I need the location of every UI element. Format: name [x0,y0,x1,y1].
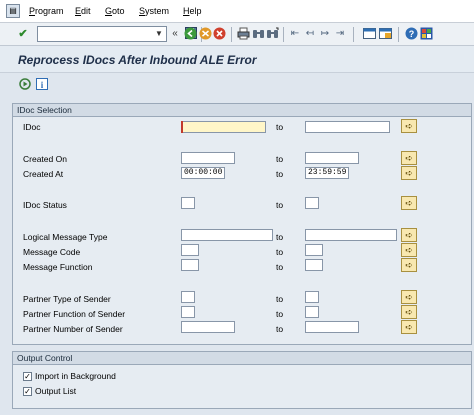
find-icon[interactable] [251,27,265,41]
group-header: IDoc Selection [13,104,471,117]
layout-icon[interactable] [419,27,433,41]
message-code-label: Message Code [23,247,81,257]
idoc-status-label: IDoc Status [23,200,67,210]
logical-message-type-label: Logical Message Type [23,232,108,242]
message-function-to-field[interactable] [305,259,323,271]
cancel-icon[interactable] [212,27,226,41]
first-page-icon[interactable]: ⇤ [288,27,302,41]
page-title: Reprocess IDocs After Inbound ALE Error [18,53,257,67]
to-label: to [276,324,284,334]
partner-number-to-field[interactable] [305,321,359,333]
to-label: to [276,309,284,319]
created-on-from-field[interactable] [181,152,235,164]
to-label: to [276,122,284,132]
output-list-checkbox[interactable]: ✓ [23,387,32,396]
next-page-icon[interactable]: ↦ [318,27,332,41]
find-next-icon[interactable] [265,27,279,41]
to-label: to [276,247,284,257]
partner-type-label: Partner Type of Sender [23,294,111,304]
toolbar-icons: ⇤ ↤ ↦ ⇥ ? [0,23,474,45]
created-on-label: Created On [23,154,67,164]
multiple-selection-icon[interactable]: ➪ [401,119,417,133]
last-page-icon[interactable]: ⇥ [333,27,347,41]
to-label: to [276,169,284,179]
menu-goto[interactable]: Goto [105,6,125,16]
group-title: IDoc Selection [17,105,72,115]
partner-function-from-field[interactable] [181,306,195,318]
application-toolbar: i [0,73,474,95]
partner-number-from-field[interactable] [181,321,235,333]
menu-bar: ▤ Program Edit Goto System Help [0,0,474,23]
menu-edit[interactable]: Edit [75,6,91,16]
idoc-to-field[interactable] [305,121,390,133]
info-icon[interactable]: i [35,78,49,92]
multiple-selection-icon[interactable]: ➪ [401,320,417,334]
import-background-checkbox[interactable]: ✓ [23,372,32,381]
import-background-label: Import in Background [35,371,116,381]
menu-help[interactable]: Help [183,6,202,16]
message-function-from-field[interactable] [181,259,199,271]
output-list-label: Output List [35,386,77,396]
multiple-selection-icon[interactable]: ➪ [401,243,417,257]
multiple-selection-icon[interactable]: ➪ [401,196,417,210]
prev-page-icon[interactable]: ↤ [303,27,317,41]
print-icon[interactable] [236,27,250,41]
to-label: to [276,154,284,164]
multiple-selection-icon[interactable]: ➪ [401,228,417,242]
required-marker [181,121,186,133]
logical-message-type-from-field[interactable] [181,229,273,241]
menu-program[interactable]: Program [29,6,64,16]
idoc-status-to-field[interactable] [305,197,319,209]
multiple-selection-icon[interactable]: ➪ [401,258,417,272]
toolbar-separator [231,27,232,42]
new-session-icon[interactable] [362,27,376,41]
partner-function-label: Partner Function of Sender [23,309,126,319]
menu-system[interactable]: System [139,6,169,16]
back-icon[interactable] [183,27,197,41]
multiple-selection-icon[interactable]: ➪ [401,151,417,165]
partner-number-label: Partner Number of Sender [23,324,123,334]
idoc-from-field[interactable] [181,121,266,133]
created-at-from-field[interactable]: 00:00:00 [181,167,225,179]
partner-type-to-field[interactable] [305,291,319,303]
multiple-selection-icon[interactable]: ➪ [401,166,417,180]
toolbar-separator [398,27,399,42]
output-control-group: Output Control ✓ Import in Background ✓ … [12,351,472,409]
logical-message-type-to-field[interactable] [305,229,397,241]
message-code-to-field[interactable] [305,244,323,256]
created-on-to-field[interactable] [305,152,359,164]
idoc-status-from-field[interactable] [181,197,195,209]
group-header: Output Control [13,352,471,365]
partner-type-from-field[interactable] [181,291,195,303]
created-at-from-value: 00:00:00 [184,168,223,177]
help-icon[interactable]: ? [404,27,418,41]
toolbar-separator [283,27,284,42]
message-function-label: Message Function [23,262,93,272]
execute-icon[interactable] [18,78,32,92]
created-at-to-field[interactable]: 23:59:59 [305,167,349,179]
svg-text:?: ? [408,29,414,39]
title-bar: Reprocess IDocs After Inbound ALE Error [0,46,474,73]
message-code-from-field[interactable] [181,244,199,256]
created-at-to-value: 23:59:59 [308,168,347,177]
exit-icon[interactable] [198,27,212,41]
menu-icon[interactable]: ▤ [6,4,20,18]
multiple-selection-icon[interactable]: ➪ [401,305,417,319]
to-label: to [276,232,284,242]
to-label: to [276,294,284,304]
idoc-selection-group: IDoc Selection IDoc to ➪ Created On to ➪… [12,103,472,345]
multiple-selection-icon[interactable]: ➪ [401,290,417,304]
idoc-label: IDoc [23,122,41,132]
to-label: to [276,262,284,272]
to-label: to [276,200,284,210]
group-title: Output Control [17,353,73,363]
shortcut-icon[interactable] [378,27,392,41]
partner-function-to-field[interactable] [305,306,319,318]
created-at-label: Created At [23,169,64,179]
toolbar-separator [353,27,354,42]
